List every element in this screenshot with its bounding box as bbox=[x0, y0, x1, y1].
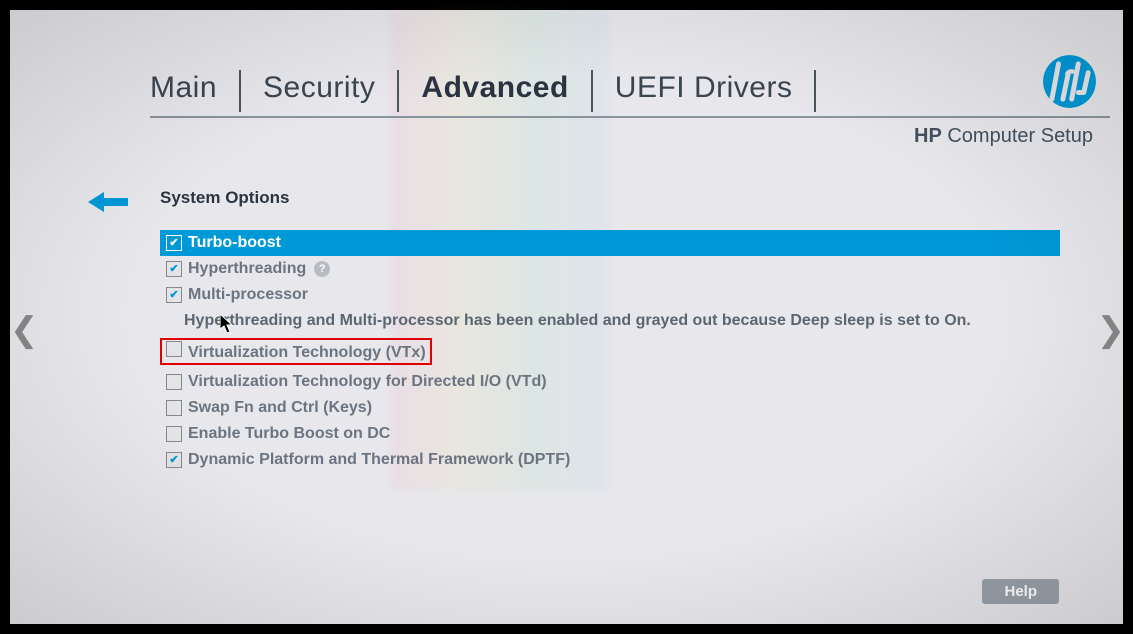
cursor-icon bbox=[220, 314, 236, 334]
option-label: Multi-processor bbox=[188, 286, 308, 304]
tab-bar: Main Security Advanced UEFI Drivers bbox=[150, 70, 910, 112]
checkbox-icon[interactable] bbox=[166, 452, 182, 468]
tab-divider bbox=[591, 70, 593, 112]
option-row[interactable]: Swap Fn and Ctrl (Keys) bbox=[160, 395, 1060, 421]
bios-screen: Main Security Advanced UEFI Drivers HP C… bbox=[10, 10, 1123, 624]
chevron-right-icon[interactable]: ❯ bbox=[1097, 310, 1126, 350]
tab-advanced[interactable]: Advanced bbox=[421, 71, 590, 111]
tab-underline bbox=[150, 116, 1110, 118]
option-row: Multi-processor bbox=[160, 282, 1060, 308]
tab-divider bbox=[814, 70, 816, 112]
option-row[interactable]: Turbo-boost bbox=[160, 230, 1060, 256]
help-button[interactable]: Help bbox=[982, 579, 1059, 604]
checkbox-icon bbox=[166, 287, 182, 303]
checkbox-icon[interactable] bbox=[166, 426, 182, 442]
checkbox-icon[interactable] bbox=[166, 341, 182, 357]
option-label: Virtualization Technology (VTx) bbox=[188, 344, 426, 361]
section-title: System Options bbox=[160, 188, 289, 208]
option-label: Virtualization Technology for Directed I… bbox=[188, 373, 547, 391]
highlight-box: Virtualization Technology (VTx) bbox=[160, 338, 432, 365]
brand-prefix: HP bbox=[914, 125, 942, 147]
option-row: Hyperthreading? bbox=[160, 256, 1060, 282]
checkbox-icon bbox=[166, 261, 182, 277]
tab-security[interactable]: Security bbox=[263, 71, 397, 111]
options-list: Turbo-boost Hyperthreading? Multi-processo… bbox=[160, 230, 1060, 473]
info-note: Hyperthreading and Multi-processor has b… bbox=[160, 308, 1060, 334]
tab-divider bbox=[239, 70, 241, 112]
checkbox-icon[interactable] bbox=[166, 374, 182, 390]
option-label: Swap Fn and Ctrl (Keys) bbox=[188, 399, 372, 417]
tab-main[interactable]: Main bbox=[150, 71, 239, 111]
checkbox-icon[interactable] bbox=[166, 400, 182, 416]
brand-text: HP Computer Setup bbox=[914, 125, 1093, 148]
option-label: Dynamic Platform and Thermal Framework (… bbox=[188, 451, 570, 469]
option-row[interactable]: Enable Turbo Boost on DC bbox=[160, 421, 1060, 447]
help-icon[interactable]: ? bbox=[314, 261, 330, 277]
option-label: Hyperthreading bbox=[188, 260, 306, 278]
option-label: Turbo-boost bbox=[188, 234, 281, 252]
option-row[interactable]: Virtualization Technology (VTx) bbox=[160, 334, 1060, 369]
option-label: Enable Turbo Boost on DC bbox=[188, 425, 390, 443]
chevron-left-icon[interactable]: ❮ bbox=[10, 310, 39, 350]
back-arrow-icon[interactable] bbox=[88, 190, 128, 214]
brand-suffix: Computer Setup bbox=[942, 125, 1093, 147]
tab-uefi-drivers[interactable]: UEFI Drivers bbox=[615, 71, 815, 111]
tab-divider bbox=[397, 70, 399, 112]
option-row[interactable]: Dynamic Platform and Thermal Framework (… bbox=[160, 447, 1060, 473]
hp-logo-icon bbox=[1042, 54, 1097, 109]
checkbox-icon[interactable] bbox=[166, 235, 182, 251]
option-row[interactable]: Virtualization Technology for Directed I… bbox=[160, 369, 1060, 395]
